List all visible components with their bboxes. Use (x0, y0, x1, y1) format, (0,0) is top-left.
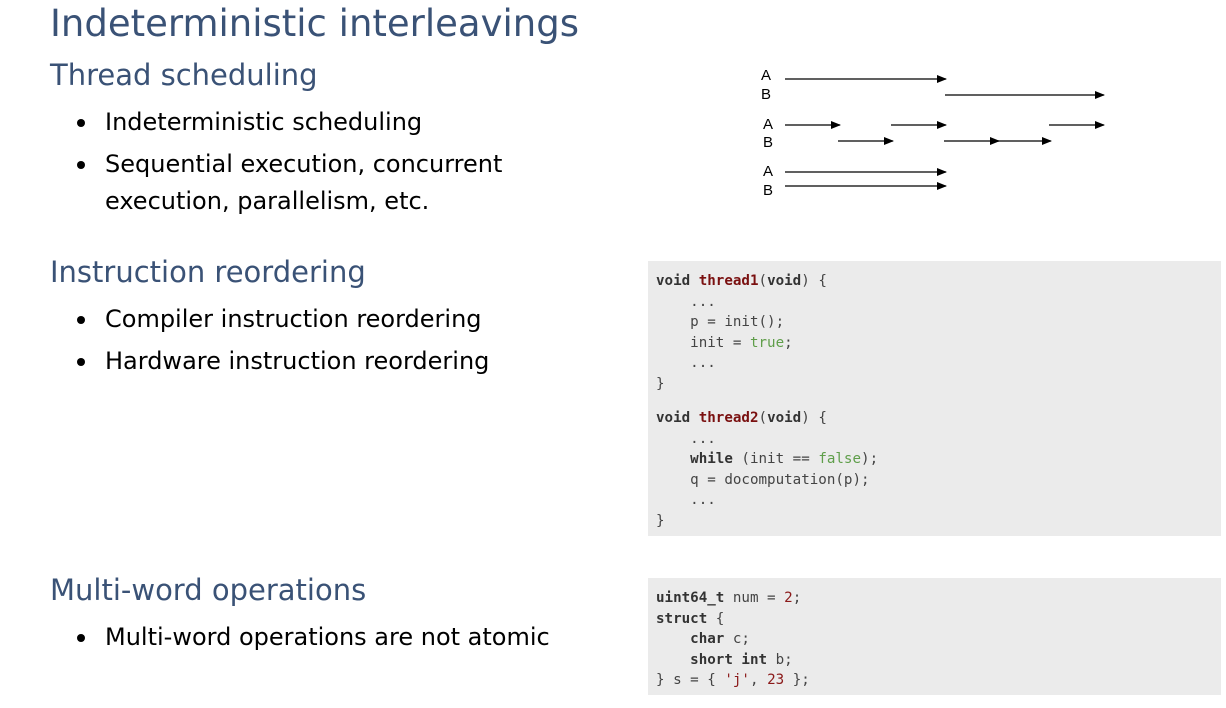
code-keyword: struct (656, 610, 708, 627)
heading-multi-word-operations: Multi-word operations (50, 573, 367, 607)
code-line: q = docomputation(p); (656, 470, 1221, 491)
code-number: 2 (784, 590, 793, 606)
code-keyword: void (767, 410, 802, 426)
list-item: Hardware instruction reordering (74, 343, 554, 380)
code-text: b; (767, 651, 793, 668)
code-line: ... (656, 353, 1221, 374)
list-item: Indeterministic scheduling (74, 104, 554, 141)
code-keyword: uint64_t (656, 590, 725, 606)
thread-a-label: A (761, 67, 771, 84)
code-line: ... (656, 490, 1221, 511)
struct-code-block: uint64_t num = 2; struct { char c; short… (648, 578, 1221, 695)
thread-a-label: A (763, 116, 773, 133)
list-item: Sequential execution, concurrent executi… (74, 146, 554, 220)
thread-a-label: A (763, 163, 773, 180)
code-line: while (init == false); (690, 451, 879, 467)
code-line: ... (656, 429, 1221, 450)
list-item: Compiler instruction reordering (74, 301, 554, 338)
code-function-name: thread1 (698, 273, 759, 289)
code-line: p = init(); (656, 312, 1221, 333)
code-text: (init == (732, 451, 819, 467)
code-line: } (656, 511, 1221, 532)
code-boolean: true (749, 334, 785, 351)
code-keyword: short int (690, 651, 768, 668)
code-line: short int b; (656, 650, 1221, 671)
thread-interleaving-diagram: A B A B A B (761, 67, 1105, 196)
code-line: init = true; (690, 334, 793, 351)
code-text: } s = { (656, 672, 725, 688)
code-text: num = (724, 590, 785, 606)
code-line: struct { (656, 610, 725, 627)
code-text: p = init(); (690, 314, 785, 330)
code-keyword: char (690, 631, 725, 647)
code-text: ... (690, 355, 716, 371)
thread-code-block: void thread1(void) { ... p = init(); ini… (648, 261, 1221, 536)
code-text: } (656, 512, 665, 529)
multi-word-list: Multi-word operations are not atomic (74, 619, 614, 661)
code-string: 'j' (724, 672, 750, 688)
code-text: ... (690, 492, 716, 508)
code-line: char c; (656, 629, 1221, 650)
code-text: }; (784, 672, 810, 688)
code-line: void thread1(void) { (656, 273, 827, 289)
code-text: ... (690, 293, 716, 310)
thread-scheduling-list: Indeterministic scheduling Sequential ex… (74, 104, 554, 225)
code-boolean: false (818, 451, 862, 467)
code-line: uint64_t num = 2; (656, 590, 802, 606)
code-function-name: thread2 (698, 410, 759, 426)
code-text: q = docomputation(p); (690, 471, 870, 488)
code-text: } (656, 375, 665, 392)
code-keyword: void (656, 410, 691, 426)
thread-b-label: B (761, 86, 771, 103)
list-item: Multi-word operations are not atomic (74, 619, 614, 656)
code-line: ... (656, 292, 1221, 313)
code-line: } s = { 'j', 23 }; (656, 670, 1221, 691)
code-line: void thread2(void) { (656, 410, 827, 426)
code-text: ... (690, 430, 716, 447)
code-text: c; (724, 631, 750, 647)
instruction-reordering-list: Compiler instruction reordering Hardware… (74, 301, 554, 385)
slide-title: Indeterministic interleavings (50, 2, 579, 45)
code-keyword: void (767, 273, 802, 289)
heading-thread-scheduling: Thread scheduling (50, 58, 318, 92)
heading-instruction-reordering: Instruction reordering (50, 255, 366, 289)
code-number: 23 (767, 672, 785, 688)
code-keyword: while (690, 451, 733, 467)
code-text: , (749, 672, 768, 688)
thread-b-label: B (763, 134, 773, 151)
code-text: init = (690, 334, 750, 351)
code-keyword: void (656, 273, 691, 289)
thread-b-label: B (763, 182, 773, 196)
code-line: } (656, 374, 1221, 395)
